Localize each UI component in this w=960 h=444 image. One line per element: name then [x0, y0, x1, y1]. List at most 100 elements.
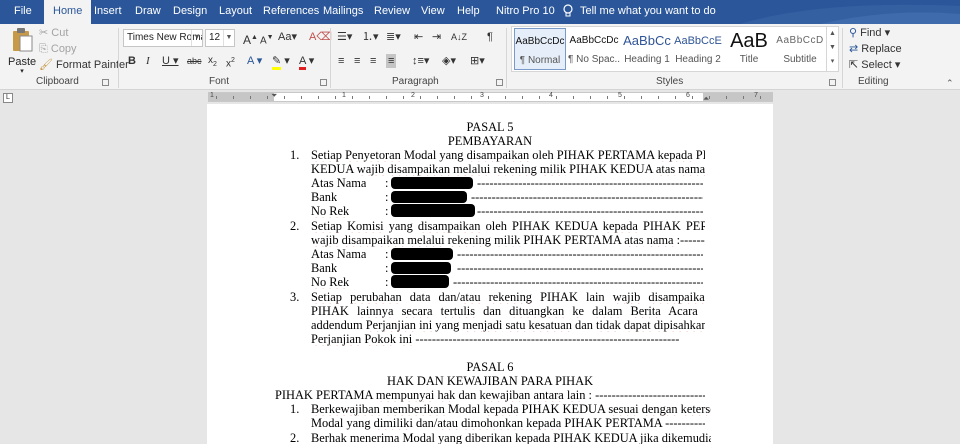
justify-icon[interactable]: ≡: [386, 54, 397, 68]
text-run: [342, 290, 350, 304]
align-right-icon[interactable]: ≡: [370, 54, 376, 68]
redacted-block: [391, 191, 467, 203]
misspelled-word: menjadi: [462, 318, 503, 332]
shading-icon[interactable]: ◈▾: [442, 54, 456, 68]
tab-design[interactable]: Design: [173, 0, 207, 24]
redacted-block: [391, 262, 451, 274]
sort-icon[interactable]: A↓Z: [451, 30, 467, 44]
misspelled-word: wajib: [356, 162, 385, 176]
document-page[interactable]: PASAL 5 PEMBAYARAN 1. Setiap Penyetoran …: [207, 104, 773, 444]
ruler-tick: [267, 96, 268, 99]
style-title[interactable]: AaB Title: [723, 28, 775, 70]
strikethrough-button[interactable]: abc: [187, 54, 202, 68]
list-number: 2.: [290, 219, 300, 233]
text-run: oleh PIHAK KEDUA: [480, 219, 603, 233]
text-run: KEDUA: [311, 162, 357, 176]
misspelled-word: kewajiban: [479, 388, 531, 402]
align-center-icon[interactable]: ≡: [354, 54, 360, 68]
horizontal-ruler[interactable]: 1 1 2 3 4 5 6 7 ⏷ ⏶: [208, 91, 773, 103]
replace-button[interactable]: ⇄ Replace: [849, 42, 902, 56]
misspelled-word: atas: [624, 233, 644, 247]
font-launcher-icon[interactable]: [320, 79, 327, 86]
copy-button[interactable]: ⎘ Copy: [39, 42, 77, 56]
style-subtitle[interactable]: AaBbCcD Subtitle: [774, 28, 826, 70]
styles-scroll[interactable]: ▲ ▼ ▾: [826, 27, 838, 71]
highlight-icon[interactable]: ✎ ▾: [272, 54, 290, 70]
separator: [330, 28, 331, 88]
find-button[interactable]: ⚲ Find ▾: [849, 26, 890, 40]
text-run: [584, 304, 592, 318]
misspelled-word: Setiap: [311, 148, 342, 162]
indent-marker-icon[interactable]: ⏷: [271, 91, 277, 101]
line-spacing-icon[interactable]: ↕≡▾: [412, 54, 429, 68]
text-run: PIHAK KEDUA: [550, 431, 641, 444]
subscript-button[interactable]: x2: [208, 54, 217, 72]
cut-button[interactable]: ✂ Cut: [39, 26, 68, 40]
clear-formatting-icon[interactable]: A⌫: [309, 30, 332, 44]
bold-button[interactable]: B: [128, 54, 136, 68]
tab-mailings[interactable]: Mailings: [323, 0, 363, 24]
clipboard-launcher-icon[interactable]: [102, 79, 109, 86]
decrease-indent-icon[interactable]: ⇤: [414, 30, 423, 44]
italic-button[interactable]: I: [146, 54, 150, 68]
tab-stop-selector[interactable]: L: [3, 93, 13, 103]
borders-icon[interactable]: ⊞▾: [470, 54, 485, 68]
styles-launcher-icon[interactable]: [829, 79, 836, 86]
collapse-ribbon-icon[interactable]: ⌃: [946, 78, 954, 89]
tab-nitro-pro[interactable]: Nitro Pro 10: [496, 0, 555, 24]
numbering-icon[interactable]: ⒈▾: [362, 30, 379, 44]
tab-layout[interactable]: Layout: [219, 0, 252, 24]
ruler-right-margin: [703, 93, 773, 101]
select-button[interactable]: ⇱ Select ▾: [849, 58, 900, 72]
style-heading-1[interactable]: AaBbCc Heading 1: [621, 28, 673, 70]
bullets-icon[interactable]: ☰▾: [337, 30, 352, 44]
format-painter-button[interactable]: 🖌 Format Painter: [39, 58, 129, 72]
style-name: ¶ Normal: [519, 55, 561, 66]
copy-icon: ⎘: [39, 43, 48, 55]
ruler-tick: [386, 96, 387, 99]
tab-help[interactable]: Help: [457, 0, 480, 24]
tell-me-search[interactable]: Tell me what you want to do: [580, 0, 716, 24]
tab-draw[interactable]: Draw: [135, 0, 161, 24]
text-run: [622, 304, 630, 318]
paste-button[interactable]: Paste ▾: [8, 26, 36, 75]
text-run: :-------------: [676, 233, 705, 247]
font-size-select[interactable]: 12 ▼: [205, 29, 235, 47]
tab-home[interactable]: Home: [44, 0, 92, 24]
style-no-spacing[interactable]: AaBbCcDc ¶ No Spac...: [568, 28, 620, 70]
font-family-select[interactable]: Times New Roma ▼: [123, 29, 203, 47]
misspelled-word: Komisi: [347, 219, 384, 233]
style-heading-2[interactable]: AaBbCcE Heading 2: [672, 28, 724, 70]
change-case-icon[interactable]: Aa▾: [278, 30, 297, 44]
misspelled-word: atas: [655, 162, 676, 176]
misspelled-word: rekening: [488, 290, 532, 304]
ruler-tick: [675, 96, 676, 99]
group-label-paragraph: Paragraph: [392, 76, 439, 87]
text-run: [433, 304, 441, 318]
dash-leader: ----------------------------------------…: [477, 204, 703, 218]
ruler-tick: [658, 96, 659, 99]
ruler-tick: [318, 96, 319, 99]
field-label: Atas Nama: [311, 247, 367, 261]
paragraph-launcher-icon[interactable]: [496, 79, 503, 86]
multilevel-list-icon[interactable]: ≣▾: [386, 30, 401, 44]
align-left-icon[interactable]: ≡: [338, 54, 344, 68]
tab-references[interactable]: References: [263, 0, 319, 24]
misspelled-word: Pokok: [364, 332, 397, 346]
text-run: PIHAK PERTAMA: [642, 219, 705, 233]
font-color-icon[interactable]: A ▾: [299, 54, 314, 70]
grow-font-icon[interactable]: A▲: [243, 31, 258, 47]
tab-file[interactable]: File: [14, 0, 32, 24]
shrink-font-icon[interactable]: A▼: [260, 31, 274, 48]
style-preview: AaBbCcD: [776, 35, 824, 46]
show-formatting-icon[interactable]: ¶: [487, 30, 493, 44]
text-effects-icon[interactable]: A ▾: [247, 54, 262, 68]
redacted-block: [391, 177, 473, 189]
style-normal[interactable]: AaBbCcDc ¶ Normal: [514, 28, 566, 70]
tab-view[interactable]: View: [421, 0, 445, 24]
tab-insert[interactable]: Insert: [94, 0, 122, 24]
increase-indent-icon[interactable]: ⇥: [432, 30, 441, 44]
underline-button[interactable]: U ▾: [162, 54, 179, 68]
superscript-button[interactable]: x2: [226, 54, 235, 71]
tab-review[interactable]: Review: [374, 0, 410, 24]
